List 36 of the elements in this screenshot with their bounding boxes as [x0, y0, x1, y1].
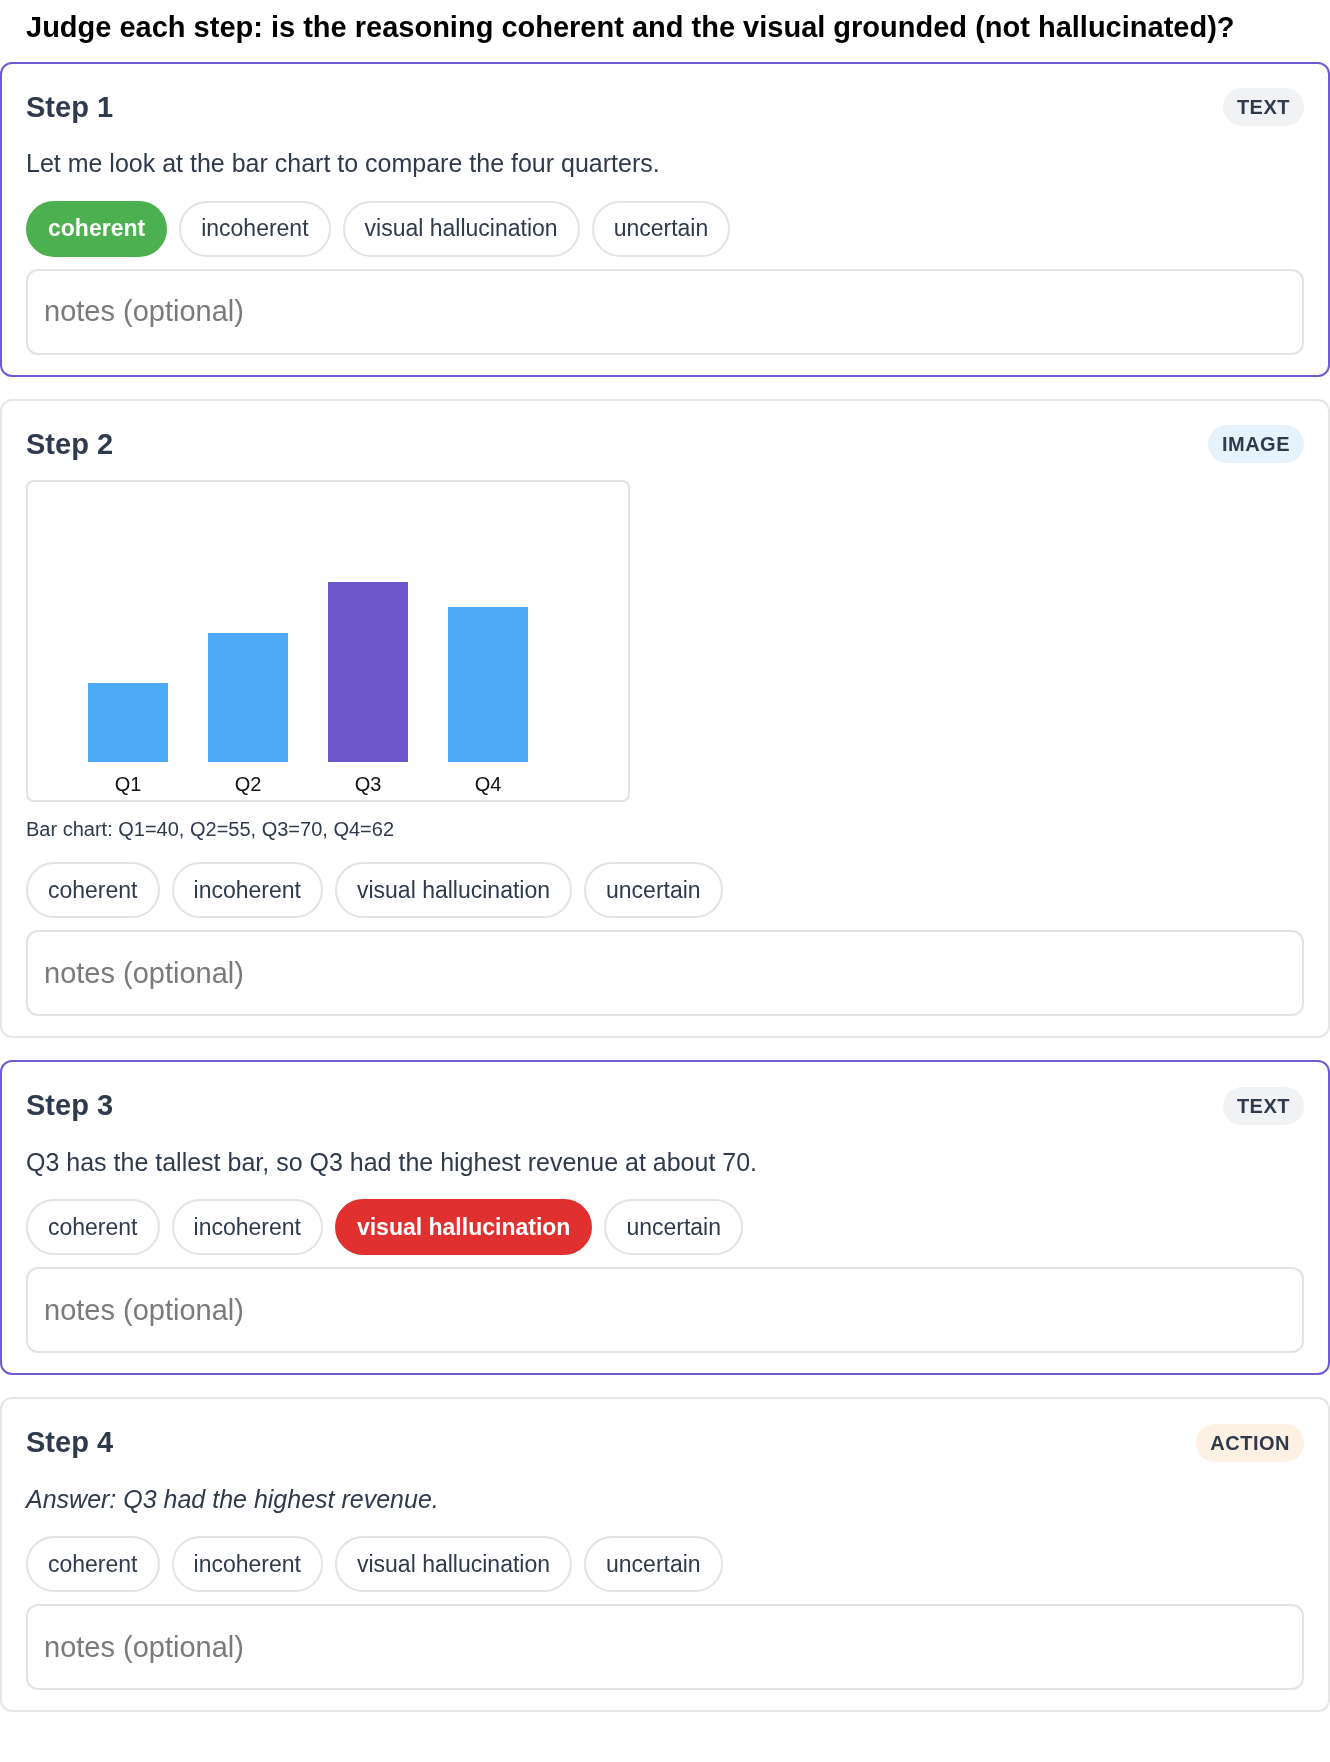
- notes-field[interactable]: notes (optional): [26, 268, 1304, 355]
- notes-field[interactable]: notes (optional): [26, 930, 1304, 1016]
- bar-label: Q2: [234, 773, 262, 795]
- judgment-chip[interactable]: coherent: [26, 1536, 160, 1592]
- step-text: Answer: Q3 had the highest revenue.: [26, 1483, 440, 1515]
- bar-label: Q1: [114, 773, 142, 795]
- step-type-badge: TEXT: [1222, 1086, 1304, 1125]
- judgment-chip[interactable]: coherent: [26, 862, 160, 918]
- step-type-badge: ACTION: [1196, 1423, 1304, 1462]
- judgment-chip[interactable]: incoherent: [171, 1536, 323, 1592]
- judgment-chip[interactable]: visual hallucination: [334, 1536, 572, 1592]
- chart-caption: Bar chart: Q1=40, Q2=55, Q3=70, Q4=62: [26, 817, 396, 842]
- bar-label: Q4: [474, 773, 502, 795]
- step-title: Step 2: [26, 426, 114, 462]
- judgment-chip[interactable]: coherent: [26, 1199, 160, 1255]
- step-text: Let me look at the bar chart to compare the four quarters.: [26, 148, 661, 179]
- page-heading: Judge each step: is the reasoning coherent and the visual grounded (not hallucinated)?: [25, 10, 1236, 45]
- notes-field[interactable]: notes (optional): [26, 1604, 1304, 1690]
- step-title: Step 4: [26, 1425, 114, 1460]
- judgment-chip[interactable]: visual hallucination: [334, 862, 572, 918]
- judgment-chip[interactable]: incoherent: [171, 862, 323, 918]
- judgment-chip[interactable]: visual hallucination: [334, 1199, 593, 1255]
- judgment-chip[interactable]: incoherent: [179, 200, 331, 257]
- judgment-chip[interactable]: visual hallucination: [342, 200, 580, 257]
- judgment-chip[interactable]: uncertain: [591, 200, 731, 257]
- judgment-chip[interactable]: uncertain: [584, 862, 723, 918]
- step-type-badge: TEXT: [1222, 88, 1304, 127]
- step-type-badge: IMAGE: [1207, 425, 1304, 464]
- judgment-chip[interactable]: incoherent: [171, 1199, 323, 1255]
- judgment-chip[interactable]: uncertain: [604, 1199, 743, 1255]
- step-text: Q3 has the tallest bar, so Q3 had the highest revenue at about 70.: [26, 1146, 759, 1178]
- step-title: Step 1: [26, 89, 114, 125]
- notes-field[interactable]: notes (optional): [26, 1267, 1304, 1353]
- judgment-chip[interactable]: uncertain: [584, 1536, 723, 1592]
- step-title: Step 3: [26, 1088, 114, 1123]
- bar-label: Q3: [354, 773, 382, 795]
